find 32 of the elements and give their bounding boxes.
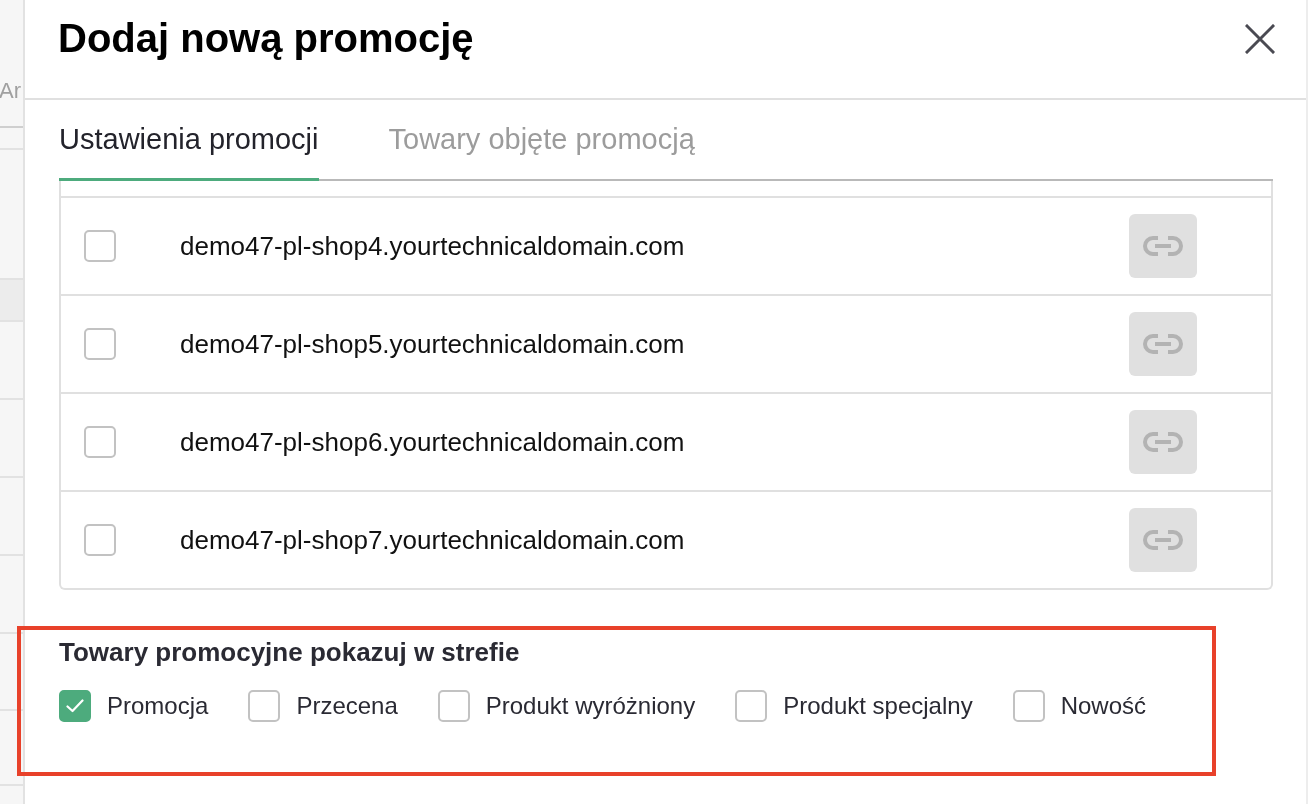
- domain-checkbox[interactable]: [84, 328, 116, 360]
- domain-name: demo47-pl-shop7.yourtechnicaldomain.com: [180, 524, 685, 556]
- link-icon: [1143, 236, 1183, 256]
- check-icon: [66, 699, 84, 713]
- checkbox-label: Produkt specjalny: [783, 692, 973, 720]
- tab[interactable]: Ustawienia promocji: [59, 100, 319, 181]
- link-icon: [1143, 334, 1183, 354]
- dialog-title: Dodaj nową promocję: [58, 15, 474, 61]
- zone-checkbox[interactable]: [735, 690, 768, 722]
- domain-checkbox[interactable]: [84, 524, 116, 556]
- domain-checkbox[interactable]: [84, 426, 116, 458]
- link-button[interactable]: [1129, 312, 1197, 376]
- zone-checkbox[interactable]: [437, 690, 470, 722]
- close-button[interactable]: [1245, 24, 1275, 54]
- link-button[interactable]: [1129, 508, 1197, 572]
- domain-name: demo47-pl-shop4.yourtechnicaldomain.com: [180, 230, 685, 262]
- zone-checkbox[interactable]: [248, 690, 281, 722]
- link-button[interactable]: [1129, 410, 1197, 474]
- checkbox-label: Produkt wyróżniony: [485, 692, 696, 720]
- checkbox-label: Promocja: [107, 692, 209, 720]
- zone-checkbox[interactable]: [59, 690, 91, 722]
- section-heading: Towary promocyjne pokazuj w strefie: [59, 638, 520, 666]
- domain-checkbox[interactable]: [84, 230, 116, 262]
- checkbox-label: Przecena: [296, 692, 398, 720]
- link-button[interactable]: [1129, 214, 1197, 278]
- domain-name: demo47-pl-shop6.yourtechnicaldomain.com: [180, 426, 685, 458]
- link-icon: [1143, 432, 1183, 452]
- close-icon: [1245, 24, 1275, 54]
- zone-checkbox[interactable]: [1012, 690, 1045, 722]
- domain-name: demo47-pl-shop5.yourtechnicaldomain.com: [180, 328, 685, 360]
- link-icon: [1143, 530, 1183, 550]
- checkbox-label: Nowość: [1060, 692, 1146, 720]
